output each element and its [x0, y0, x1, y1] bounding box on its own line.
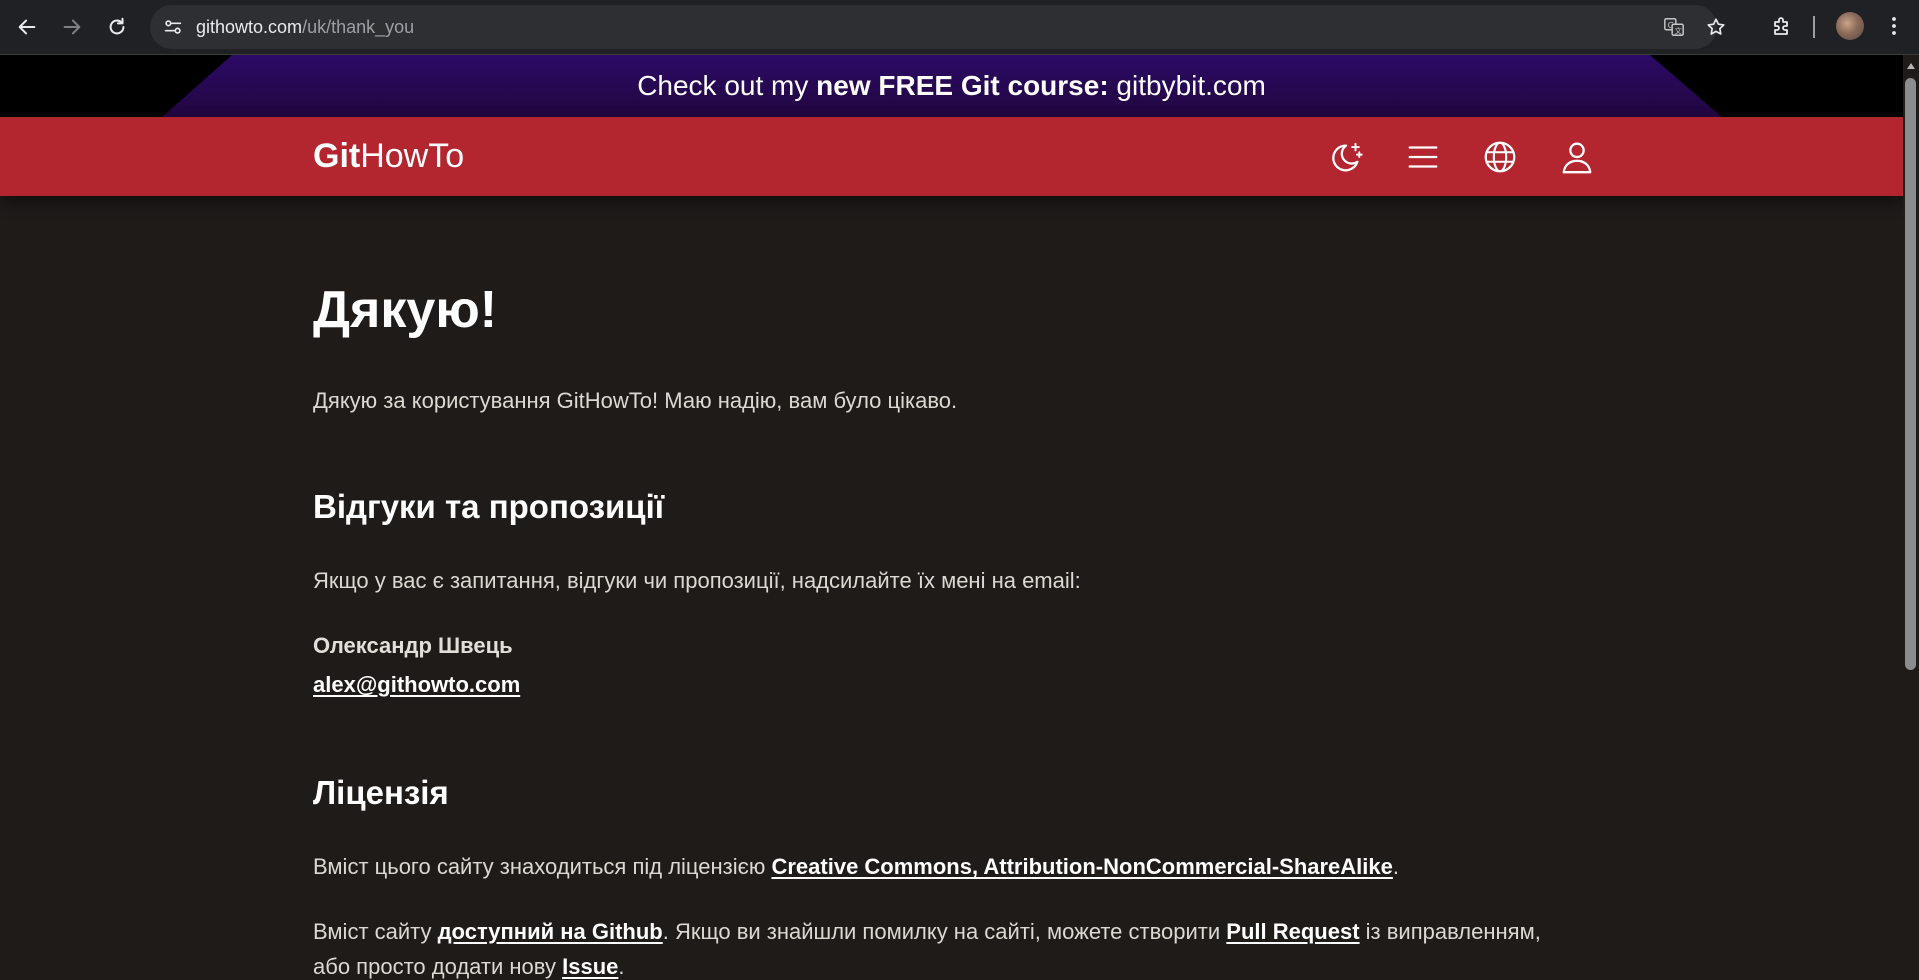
issue-text-suffix: . [618, 954, 625, 979]
issue-text-prefix: або просто додати нову [313, 954, 563, 979]
theme-moon-icon [1332, 142, 1363, 172]
scroll-up-arrow-icon[interactable] [1906, 62, 1916, 70]
feedback-paragraph: Якщо у вас є запитання, відгуки чи пропо… [313, 568, 1081, 593]
site-logo[interactable]: GitHowTo [313, 117, 464, 196]
url-path: /uk/thank_you [302, 17, 415, 37]
promo-bold: new FREE Git course: [816, 70, 1109, 101]
address-bar[interactable]: githowto.com/uk/thank_you G 文 [150, 5, 1725, 49]
language-globe-icon [1484, 141, 1516, 173]
url-host: githowto.com [196, 17, 303, 37]
promo-banner[interactable]: Check out my new FREE Git course: gitbyb… [0, 55, 1903, 117]
intro-paragraph: Дякую за користування GitHowTo! Маю наді… [313, 388, 958, 413]
license-link[interactable]: Creative Commons, Attribution-NonCommerc… [771, 854, 1392, 879]
language-button[interactable] [1480, 137, 1520, 177]
extensions-puzzle-icon[interactable] [1770, 14, 1794, 38]
profile-avatar[interactable] [1836, 12, 1864, 40]
github-paragraph: Вміст сайту доступний на Github. Якщо ви… [313, 919, 1541, 945]
forward-button[interactable] [54, 9, 90, 45]
back-arrow-icon [18, 19, 36, 35]
logo-bold: Git [313, 137, 361, 175]
github-text-middle: . Якщо ви знайшли помилку на сайті, може… [662, 919, 1227, 944]
license-paragraph: Вміст цього сайту знаходиться під ліценз… [313, 854, 1399, 880]
page-title: Дякую! [313, 281, 498, 339]
pull-request-link[interactable]: Pull Request [1226, 919, 1359, 944]
account-button[interactable] [1557, 137, 1597, 177]
feedback-heading: Відгуки та пропозиції [313, 488, 665, 525]
translate-icon[interactable]: G 文 [1663, 16, 1685, 38]
reload-icon [109, 17, 125, 35]
browser-menu-icon[interactable] [1882, 14, 1906, 38]
back-button[interactable] [9, 9, 45, 45]
github-text-prefix: Вміст сайту [313, 919, 438, 944]
svg-text:文: 文 [1674, 26, 1682, 35]
user-icon [1562, 142, 1592, 174]
bookmark-star-icon[interactable] [1705, 16, 1727, 38]
promo-link[interactable]: gitbybit.com [1109, 70, 1265, 101]
menu-button[interactable] [1403, 137, 1443, 177]
reload-button[interactable] [99, 9, 135, 45]
site-header: GitHowTo [0, 117, 1903, 196]
theme-toggle-button[interactable] [1326, 137, 1366, 177]
license-heading: Ліцензія [313, 774, 449, 811]
license-text: Вміст цього сайту знаходиться під ліценз… [313, 854, 772, 879]
github-link[interactable]: доступний на Github [438, 919, 663, 944]
github-text-suffix: із виправленням, [1359, 919, 1541, 944]
menu-icon [1408, 146, 1438, 168]
scrollbar-thumb[interactable] [1905, 78, 1916, 670]
email-link[interactable]: alex@githowto.com [313, 672, 520, 697]
issue-link[interactable]: Issue [562, 954, 618, 979]
issue-line: або просто додати нову Issue. [313, 954, 625, 980]
promo-text[interactable]: Check out my new FREE Git course: gitbyb… [0, 55, 1903, 117]
forward-arrow-icon [63, 19, 81, 35]
logo-rest: HowTo [360, 137, 465, 175]
license-period: . [1392, 854, 1399, 879]
browser-toolbar: githowto.com/uk/thank_you G 文 [0, 0, 1919, 55]
author-name: Олександр Швець [313, 633, 513, 658]
site-info-icon[interactable] [162, 16, 184, 38]
promo-prefix: Check out my [637, 70, 817, 101]
url-text[interactable]: githowto.com/uk/thank_you [196, 5, 414, 49]
toolbar-divider [1813, 16, 1815, 38]
